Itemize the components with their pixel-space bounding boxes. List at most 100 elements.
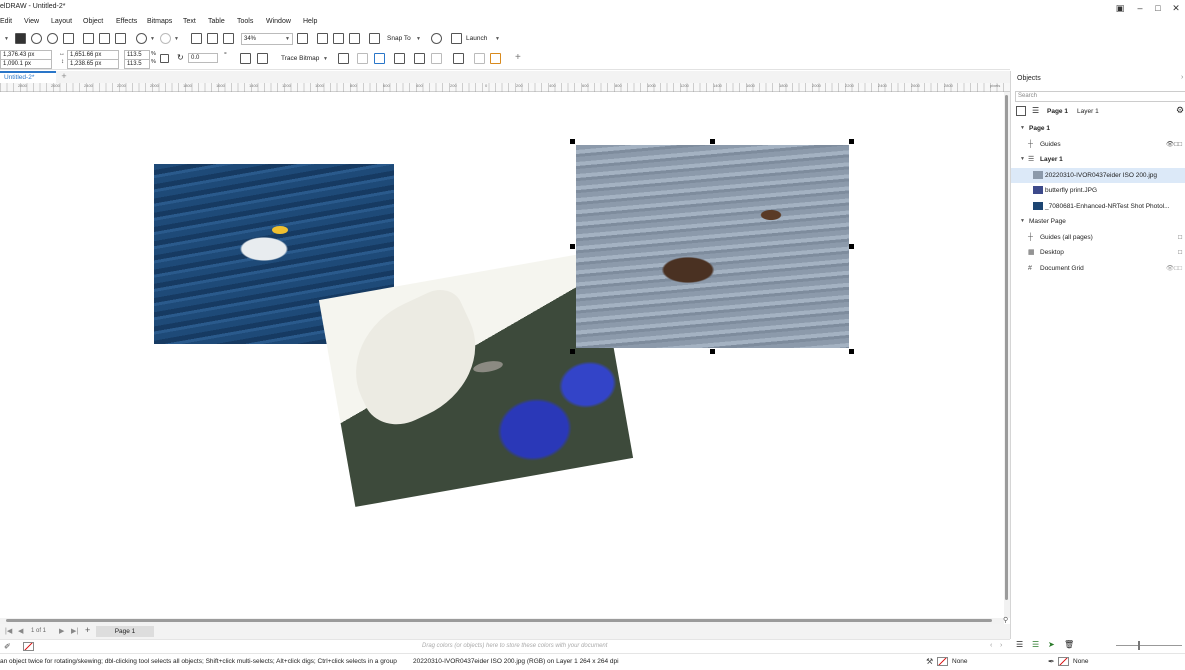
slider-thumb[interactable] [1138,641,1140,650]
publish-pdf-icon[interactable] [223,33,234,44]
add-document-icon[interactable]: + [58,71,70,83]
new-master-layer-icon[interactable]: ☰ [1032,640,1039,649]
menu-edit[interactable]: Edit [0,18,12,25]
panel-settings-gear-icon[interactable]: ⚙ [1176,105,1184,116]
page-tab[interactable]: Page 1 [96,626,154,637]
lock-ratio-icon[interactable] [160,54,169,63]
tree-layer-1[interactable]: ▼ ☰ Layer 1 [1011,152,1185,167]
launch-dropdown-icon[interactable]: ▼ [495,36,500,42]
undo-dropdown-icon[interactable]: ▼ [150,36,155,42]
show-rulers-icon[interactable] [317,33,328,44]
trace-bitmap-button[interactable]: Trace Bitmap [281,55,319,62]
eyedropper-icon[interactable]: ✐ [4,642,11,651]
palette-scroll-right-icon[interactable]: › [1000,642,1002,649]
layers-icon[interactable]: ☰ [1032,106,1039,115]
rotation-input[interactable]: 0.0 [188,53,218,63]
outline-pen-icon[interactable]: ✒ [1048,657,1055,666]
page-view-icon[interactable] [1016,106,1026,116]
snap-to-label[interactable]: Snap To [387,35,411,42]
document-tab-untitled[interactable]: Untitled-2* [0,71,56,83]
menu-view[interactable]: View [24,18,39,25]
delete-trash-icon[interactable]: 🗑 [1064,640,1074,649]
mirror-horizontal-icon[interactable] [240,53,251,64]
copy-icon[interactable] [99,33,110,44]
collapse-arrow-icon[interactable]: ▼ [1020,121,1025,136]
user-icon[interactable]: ▣ [1113,1,1127,15]
visibility-lock-print-icons[interactable]: 👁□□ [1166,261,1182,276]
export-icon[interactable] [207,33,218,44]
first-page-icon[interactable]: |◀ [5,627,12,635]
selection-handle-w[interactable] [570,244,575,249]
text-wrap-icon[interactable] [453,53,464,64]
zoom-dropdown-icon[interactable]: ▼ [285,36,290,42]
menu-effects[interactable]: Effects [116,18,137,25]
selection-handle-sw[interactable] [570,349,575,354]
vertical-scroll-thumb[interactable] [1005,95,1008,600]
trace-bitmap-dropdown-icon[interactable]: ▼ [323,56,328,62]
visibility-lock-print-icons[interactable]: 👁□□ [1166,137,1182,152]
resample-icon[interactable] [357,53,368,64]
menu-tools[interactable]: Tools [237,18,253,25]
full-screen-icon[interactable] [297,33,308,44]
menu-object[interactable]: Object [83,18,103,25]
menu-layout[interactable]: Layout [51,18,72,25]
launch-icon[interactable] [451,33,462,44]
palette-scroll-left-icon[interactable]: ‹ [990,642,992,649]
selection-handle-nw[interactable] [570,139,575,144]
new-layer-icon[interactable]: ☰ [1016,640,1023,649]
selection-handle-ne[interactable] [849,139,854,144]
show-grid-icon[interactable] [333,33,344,44]
move-to-layer-icon[interactable]: ➤ [1048,640,1055,649]
tree-item-seagull-photo[interactable]: _7080681-Enhanced-NRTest Shot Photol... [1011,199,1185,214]
edit-bitmap-icon[interactable] [374,53,385,64]
collapse-arrow-icon[interactable]: ▼ [1020,214,1025,229]
next-page-icon[interactable]: ▶ [59,627,64,635]
print-icon[interactable]: □ [1178,245,1182,260]
add-icon[interactable]: + [515,52,521,63]
selection-handle-s[interactable] [710,349,715,354]
tree-document-grid[interactable]: # Document Grid 👁□□ [1011,261,1185,276]
paste-icon[interactable] [115,33,126,44]
menu-help[interactable]: Help [303,18,317,25]
menu-table[interactable]: Table [208,18,225,25]
menu-window[interactable]: Window [266,18,291,25]
zoom-corner-icon[interactable]: ⚲ [1003,616,1008,624]
menu-bitmaps[interactable]: Bitmaps [147,18,172,25]
print-icon[interactable] [63,33,74,44]
snap-to-icon[interactable] [369,33,380,44]
tree-guides[interactable]: ┼ Guides 👁□□ [1011,137,1185,152]
close-icon[interactable]: ✕ [1169,1,1183,15]
options-gear-icon[interactable] [431,33,442,44]
cut-icon[interactable] [83,33,94,44]
new-dropdown-icon[interactable]: ▼ [4,36,9,42]
maximize-icon[interactable]: □ [1151,1,1165,15]
scale-y-input[interactable]: 113.5 [124,59,150,69]
thumbnail-size-slider[interactable] [1116,645,1182,646]
tree-guides-all-pages[interactable]: ┼ Guides (all pages) □ [1011,230,1185,245]
show-guidelines-icon[interactable] [349,33,360,44]
tree-item-eider-photo[interactable]: 20220310-IVOR0437eider ISO 200.jpg [1011,168,1185,183]
horizontal-ruler[interactable]: 2800 2600 2400 2200 2000 1800 1600 1400 … [0,83,1010,92]
last-page-icon[interactable]: ▶| [71,627,78,635]
collapse-arrow-icon[interactable]: ▼ [1020,152,1025,167]
outline-swatch[interactable] [1058,657,1069,666]
height-input[interactable]: 1,238.65 px [67,59,119,69]
tree-item-butterfly-photo[interactable]: butterfly print.JPG [1011,183,1185,198]
redo-icon[interactable] [160,33,171,44]
horizontal-scroll-thumb[interactable] [6,619,992,622]
color-mask-icon[interactable] [414,53,425,64]
no-color-swatch[interactable] [23,642,34,651]
print-icon[interactable]: □ [1178,230,1182,245]
tree-master-page[interactable]: ▼ Master Page [1011,214,1185,229]
eider-duck-photo[interactable] [576,145,849,348]
tree-desktop[interactable]: ▦ Desktop □ [1011,245,1185,260]
import-icon[interactable] [191,33,202,44]
y-position-input[interactable]: 1,090.1 px [0,59,52,69]
fill-icon[interactable]: ⚒ [926,657,933,666]
break-link-icon[interactable] [431,53,442,64]
prev-page-icon[interactable]: ◀ [18,627,23,635]
selection-handle-se[interactable] [849,349,854,354]
drawing-canvas[interactable] [0,92,1004,618]
save-icon[interactable] [15,33,26,44]
add-page-icon[interactable]: + [85,625,90,635]
